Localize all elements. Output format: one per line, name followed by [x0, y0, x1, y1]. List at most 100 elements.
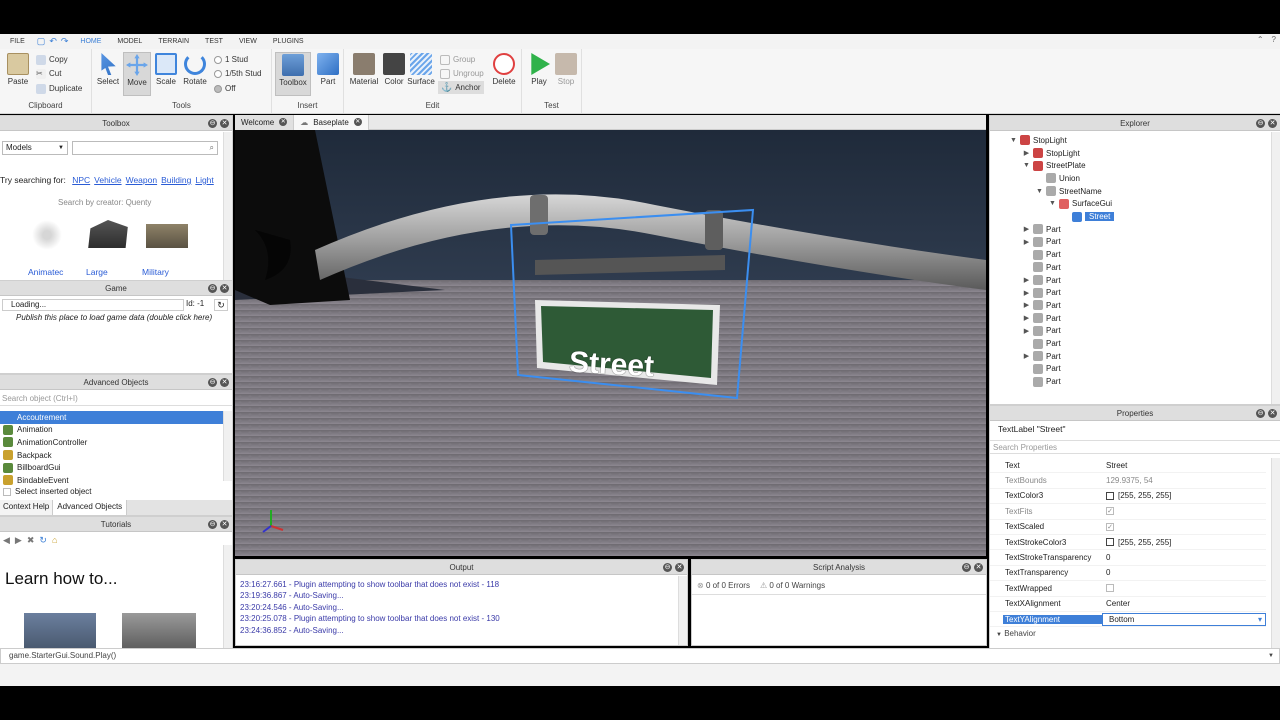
property-value[interactable]: [1106, 584, 1114, 593]
back-icon[interactable]: ◀: [3, 535, 10, 546]
restore-icon[interactable]: ⊖: [1256, 409, 1265, 418]
toolbox-scrollbar[interactable]: [223, 132, 232, 280]
checkbox[interactable]: [1106, 584, 1114, 593]
command-bar[interactable]: game.StarterGui.Sound.Play() ▼: [0, 648, 1280, 664]
tab-context-help[interactable]: Context Help: [0, 500, 54, 515]
chevron-down-icon[interactable]: ▼: [1268, 649, 1274, 663]
close-icon[interactable]: ✕: [1268, 409, 1277, 418]
close-icon[interactable]: ✕: [220, 378, 229, 387]
undo-icon[interactable]: ↶: [49, 36, 57, 47]
tree-item[interactable]: ▶ Part: [1023, 299, 1061, 312]
suggestion-link-light[interactable]: Light: [195, 175, 213, 185]
stop-button[interactable]: Stop: [552, 52, 580, 96]
cut-button[interactable]: ✂ Cut: [36, 67, 61, 80]
tree-item[interactable]: Union: [1036, 172, 1080, 185]
restore-icon[interactable]: ⊖: [208, 520, 217, 529]
expanded-arrow-icon[interactable]: ▼: [1049, 200, 1056, 207]
restore-icon[interactable]: ⊖: [1256, 119, 1265, 128]
scale-button[interactable]: Scale: [152, 52, 180, 96]
forward-icon[interactable]: ▶: [15, 535, 22, 546]
close-icon[interactable]: ✕: [220, 284, 229, 293]
collapsed-arrow-icon[interactable]: ▶: [1023, 238, 1030, 246]
collapsed-arrow-icon[interactable]: ▶: [1023, 301, 1030, 309]
property-row[interactable]: TextStrokeColor3 [255, 255, 255]: [990, 535, 1266, 551]
property-value[interactable]: 0: [1106, 568, 1110, 577]
tree-item[interactable]: ▶ Part: [1023, 312, 1061, 325]
restore-icon[interactable]: ⊖: [962, 563, 971, 572]
property-value[interactable]: ✓: [1106, 522, 1114, 531]
collapsed-arrow-icon[interactable]: ▶: [1023, 149, 1030, 157]
toolbox-item-label-2[interactable]: Large: [86, 267, 108, 277]
checkbox[interactable]: ✓: [1106, 522, 1114, 531]
part-button[interactable]: Part: [314, 52, 342, 96]
select-inserted-checkbox[interactable]: Select inserted object: [3, 487, 92, 496]
expanded-arrow-icon[interactable]: ▼: [1010, 137, 1017, 144]
chevron-down-icon[interactable]: ▾: [1258, 615, 1262, 624]
tree-item[interactable]: Part: [1023, 337, 1061, 350]
property-row[interactable]: TextBounds 129.9375, 54: [990, 473, 1266, 489]
home-icon[interactable]: ⌂: [52, 535, 57, 546]
property-row[interactable]: TextXAlignment Center: [990, 597, 1266, 612]
move-button[interactable]: Move: [123, 52, 151, 96]
list-item[interactable]: Backpack: [0, 449, 223, 462]
tree-item[interactable]: Part: [1023, 375, 1061, 388]
tab-baseplate[interactable]: ☁ Baseplate ✕: [294, 114, 369, 130]
expanded-arrow-icon[interactable]: ▼: [1036, 188, 1043, 195]
tutorial-thumbnail-1[interactable]: [24, 613, 96, 648]
tree-item[interactable]: Part: [1023, 261, 1061, 274]
tab-view[interactable]: VIEW: [231, 38, 265, 45]
property-value[interactable]: [255, 255, 255]: [1106, 491, 1171, 500]
tree-item[interactable]: ▼ StreetPlate: [1023, 159, 1086, 172]
property-value[interactable]: 129.9375, 54: [1106, 476, 1153, 485]
material-button[interactable]: Material: [348, 52, 380, 96]
redo-icon[interactable]: ↷: [61, 36, 69, 47]
property-value[interactable]: Center: [1106, 599, 1130, 608]
tree-item[interactable]: Part: [1023, 248, 1061, 261]
tab-welcome[interactable]: Welcome ✕: [235, 114, 295, 130]
tab-plugins[interactable]: PLUGINS: [265, 38, 312, 45]
tree-item[interactable]: ▼ StopLight: [1010, 134, 1067, 147]
select-button[interactable]: Select: [94, 52, 122, 96]
surface-button[interactable]: Surface: [406, 52, 436, 96]
game-publish-message[interactable]: Publish this place to load game data (do…: [16, 313, 212, 322]
play-button[interactable]: Play: [525, 52, 553, 96]
property-row[interactable]: Text Street: [990, 458, 1266, 474]
toolbox-item-label-3[interactable]: Military: [142, 267, 169, 277]
toolbox-item-thumb-2[interactable]: [86, 220, 134, 260]
warnings-filter[interactable]: ⚠ 0 of 0 Warnings: [760, 581, 825, 590]
behavior-section[interactable]: ▼ Behavior: [996, 629, 1036, 638]
toolbox-item-thumb-1[interactable]: [30, 220, 64, 260]
property-row[interactable]: TextScaled ✓: [990, 520, 1266, 535]
property-row[interactable]: TextYAlignment Bottom ▾: [990, 612, 1266, 628]
restore-icon[interactable]: ⊖: [208, 378, 217, 387]
stop-icon[interactable]: ✖: [27, 535, 35, 546]
explorer-scrollbar[interactable]: [1271, 132, 1280, 404]
tree-item[interactable]: ▶ Part: [1023, 350, 1061, 363]
list-item[interactable]: BindableEvent: [0, 474, 223, 487]
tree-item[interactable]: ▶ Part: [1023, 325, 1061, 338]
tab-home[interactable]: HOME: [72, 38, 109, 45]
tree-item[interactable]: ▶ Part: [1023, 274, 1061, 287]
ungroup-button[interactable]: Ungroup: [440, 67, 484, 80]
suggestion-link-vehicle[interactable]: Vehicle: [94, 175, 121, 185]
collapsed-arrow-icon[interactable]: ▶: [1023, 314, 1030, 322]
list-item[interactable]: BillboardGui: [0, 461, 223, 474]
3d-viewport[interactable]: Street: [235, 130, 986, 556]
close-icon[interactable]: ✕: [220, 119, 229, 128]
collapse-ribbon-icon[interactable]: ⌃: [1257, 35, 1264, 44]
refresh-icon[interactable]: ↻: [214, 299, 228, 311]
property-row[interactable]: TextFits ✓: [990, 504, 1266, 520]
close-icon[interactable]: ✕: [974, 563, 983, 572]
expanded-arrow-icon[interactable]: ▼: [1023, 162, 1030, 169]
toolbox-search-input[interactable]: ⌕: [72, 141, 218, 155]
tree-item[interactable]: Part: [1023, 363, 1061, 376]
toolbox-button[interactable]: Toolbox: [275, 52, 311, 96]
collapsed-arrow-icon[interactable]: ▶: [1023, 276, 1030, 284]
suggestion-link-building[interactable]: Building: [161, 175, 191, 185]
collapsed-arrow-icon[interactable]: ▶: [1023, 352, 1030, 360]
properties-search-input[interactable]: Search Properties: [990, 440, 1280, 454]
list-item[interactable]: Accoutrement: [0, 411, 223, 424]
advanced-objects-search[interactable]: Search object (Ctrl+I): [0, 392, 232, 406]
tree-item[interactable]: ▶ StopLight: [1023, 147, 1080, 160]
errors-filter[interactable]: ⊗ 0 of 0 Errors: [697, 581, 750, 590]
